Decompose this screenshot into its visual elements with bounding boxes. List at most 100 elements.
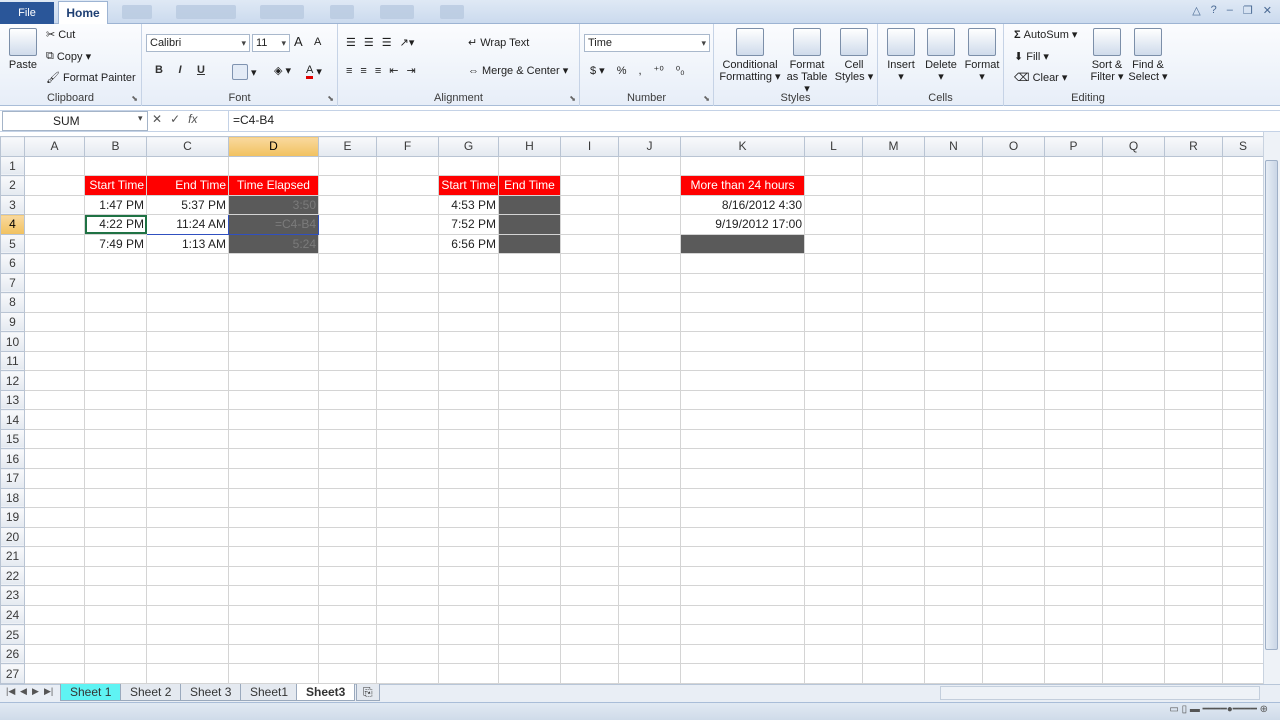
cell-r22[interactable] xyxy=(1164,565,1223,587)
wrap-text-button[interactable]: ↵ Wrap Text xyxy=(468,36,529,50)
cell-g14[interactable] xyxy=(438,409,499,430)
cell-k3[interactable]: 8/16/2012 4:30 xyxy=(680,194,805,216)
cell-b7[interactable] xyxy=(84,272,147,294)
cell-f1[interactable] xyxy=(376,155,439,177)
cell-d21[interactable] xyxy=(228,546,319,567)
cell-r17[interactable] xyxy=(1164,468,1223,489)
cell-s1[interactable] xyxy=(1222,155,1264,177)
cell-c9[interactable] xyxy=(146,311,229,333)
cell-p15[interactable] xyxy=(1044,428,1103,450)
cell-s18[interactable] xyxy=(1222,487,1264,509)
cell-a21[interactable] xyxy=(24,546,85,567)
cell-f23[interactable] xyxy=(376,585,439,606)
cell-e4[interactable] xyxy=(318,214,377,235)
cell-h6[interactable] xyxy=(498,253,561,274)
cell-e13[interactable] xyxy=(318,389,377,411)
cell-b1[interactable] xyxy=(84,155,147,177)
cell-e3[interactable] xyxy=(318,194,377,216)
cell-k26[interactable] xyxy=(680,643,805,665)
cell-f11[interactable] xyxy=(376,350,439,372)
cell-q10[interactable] xyxy=(1102,331,1165,352)
cell-d9[interactable] xyxy=(228,311,319,333)
cell-k20[interactable] xyxy=(680,526,805,548)
cell-j8[interactable] xyxy=(618,292,681,313)
cell-b13[interactable] xyxy=(84,389,147,411)
cell-a3[interactable] xyxy=(24,194,85,216)
cell-g27[interactable] xyxy=(438,663,499,684)
cell-q12[interactable] xyxy=(1102,370,1165,391)
cell-k16[interactable] xyxy=(680,448,805,469)
format-painter-button[interactable]: 🖌 Format Painter xyxy=(46,71,136,85)
cell-l26[interactable] xyxy=(804,643,863,665)
cell-d5[interactable]: 5:24 xyxy=(228,233,319,255)
cell-n27[interactable] xyxy=(924,663,983,684)
cell-o19[interactable] xyxy=(982,507,1045,528)
insert-sheet-button[interactable]: ⎘ xyxy=(356,684,380,701)
cell-g6[interactable] xyxy=(438,253,499,274)
cell-g1[interactable] xyxy=(438,155,499,177)
cell-m21[interactable] xyxy=(862,546,925,567)
cell-r16[interactable] xyxy=(1164,448,1223,469)
next-sheet-icon[interactable]: ▶ xyxy=(32,686,39,697)
cell-f27[interactable] xyxy=(376,663,439,684)
cell-j22[interactable] xyxy=(618,565,681,587)
cell-p14[interactable] xyxy=(1044,409,1103,430)
cell-q15[interactable] xyxy=(1102,428,1165,450)
row-header-8[interactable]: 8 xyxy=(0,292,25,313)
cell-r25[interactable] xyxy=(1164,624,1223,645)
row-header-26[interactable]: 26 xyxy=(0,643,25,665)
cell-j11[interactable] xyxy=(618,350,681,372)
cell-i8[interactable] xyxy=(560,292,619,313)
cell-h20[interactable] xyxy=(498,526,561,548)
delete-button[interactable]: Delete ▾ xyxy=(922,28,960,83)
cell-k1[interactable] xyxy=(680,155,805,177)
cell-h8[interactable] xyxy=(498,292,561,313)
cell-j7[interactable] xyxy=(618,272,681,294)
cell-q2[interactable] xyxy=(1102,175,1165,196)
cell-j4[interactable] xyxy=(618,214,681,235)
cell-e10[interactable] xyxy=(318,331,377,352)
cell-s5[interactable] xyxy=(1222,233,1264,255)
cell-a16[interactable] xyxy=(24,448,85,469)
cell-b2[interactable]: Start Time xyxy=(84,175,147,196)
cell-e27[interactable] xyxy=(318,663,377,684)
cell-i1[interactable] xyxy=(560,155,619,177)
cell-p11[interactable] xyxy=(1044,350,1103,372)
column-header-f[interactable]: F xyxy=(376,136,439,157)
cell-m14[interactable] xyxy=(862,409,925,430)
cell-g7[interactable] xyxy=(438,272,499,294)
cell-b15[interactable] xyxy=(84,428,147,450)
copy-button[interactable]: ⧉ Copy ▾ xyxy=(46,50,91,63)
name-box[interactable]: SUM xyxy=(2,111,148,131)
underline-button[interactable]: U xyxy=(192,62,210,78)
cell-i25[interactable] xyxy=(560,624,619,645)
cell-q1[interactable] xyxy=(1102,155,1165,177)
cell-h12[interactable] xyxy=(498,370,561,391)
shrink-font-button[interactable]: A xyxy=(314,36,321,48)
cell-k18[interactable] xyxy=(680,487,805,509)
cell-d20[interactable] xyxy=(228,526,319,548)
cell-p7[interactable] xyxy=(1044,272,1103,294)
cell-k9[interactable] xyxy=(680,311,805,333)
autosum-button[interactable]: Σ AutoSum ▾ xyxy=(1014,28,1077,42)
cell-i7[interactable] xyxy=(560,272,619,294)
cell-k25[interactable] xyxy=(680,624,805,645)
cell-m8[interactable] xyxy=(862,292,925,313)
cell-i6[interactable] xyxy=(560,253,619,274)
cell-h24[interactable] xyxy=(498,604,561,626)
cell-c18[interactable] xyxy=(146,487,229,509)
cell-c10[interactable] xyxy=(146,331,229,352)
cell-q16[interactable] xyxy=(1102,448,1165,469)
cell-o8[interactable] xyxy=(982,292,1045,313)
row-header-7[interactable]: 7 xyxy=(0,272,25,294)
cell-h10[interactable] xyxy=(498,331,561,352)
cell-n14[interactable] xyxy=(924,409,983,430)
cell-m7[interactable] xyxy=(862,272,925,294)
cell-r4[interactable] xyxy=(1164,214,1223,235)
cell-i11[interactable] xyxy=(560,350,619,372)
cell-h19[interactable] xyxy=(498,507,561,528)
cell-h23[interactable] xyxy=(498,585,561,606)
decrease-decimal-icon[interactable]: ⁰₀ xyxy=(676,64,685,77)
cell-g8[interactable] xyxy=(438,292,499,313)
cell-s12[interactable] xyxy=(1222,370,1264,391)
